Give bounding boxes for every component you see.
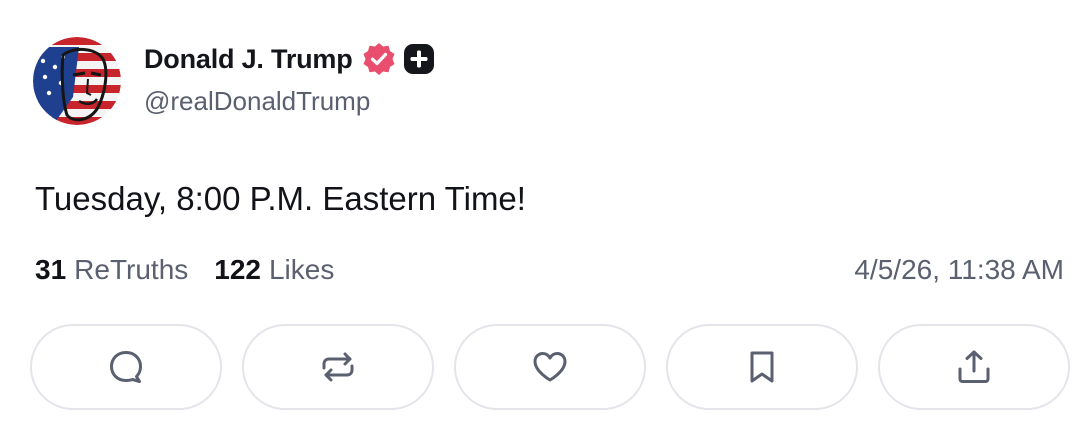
truth-post: Donald J. Trump @realDonaldTrump Tuesday… <box>0 0 1083 437</box>
comment-icon <box>110 351 142 383</box>
heart-icon <box>533 352 567 382</box>
reply-button[interactable] <box>30 324 222 410</box>
retruth-button[interactable] <box>242 324 434 410</box>
likes-count: 122 <box>214 254 261 285</box>
bookmark-icon <box>750 351 774 383</box>
author-name-row: Donald J. Trump <box>144 40 435 78</box>
post-body-text: Tuesday, 8:00 P.M. Eastern Time! <box>35 180 526 217</box>
retruths-label: ReTruths <box>74 254 189 285</box>
share-icon <box>958 350 990 383</box>
repost-icon <box>322 352 354 382</box>
retruths-count: 31 <box>35 254 67 285</box>
likes-label: Likes <box>268 254 335 285</box>
author-avatar[interactable] <box>33 37 121 125</box>
author-display-name[interactable]: Donald J. Trump <box>144 44 353 75</box>
plus-badge-icon <box>403 44 434 74</box>
action-bar <box>30 324 1073 412</box>
likes-stat[interactable]: 122 Likes <box>214 254 334 286</box>
bookmark-button[interactable] <box>666 324 858 410</box>
post-stats: 31 ReTruths 122 Likes <box>35 254 334 286</box>
avatar-image <box>33 37 121 125</box>
verified-badge-icon <box>363 43 395 75</box>
post-timestamp: 4/5/26, 11:38 AM <box>854 254 1064 285</box>
retruths-stat[interactable]: 31 ReTruths <box>35 254 188 286</box>
author-handle[interactable]: @realDonaldTrump <box>144 86 370 117</box>
share-button[interactable] <box>878 324 1070 410</box>
like-button[interactable] <box>454 324 646 410</box>
